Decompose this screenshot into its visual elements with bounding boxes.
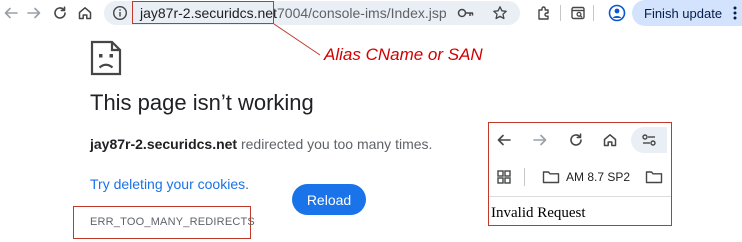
error-message: jay87r-2.securidcs.net redirected you to… — [90, 136, 432, 152]
site-settings-icon[interactable] — [631, 127, 667, 153]
error-host: jay87r-2.securidcs.net — [90, 136, 238, 152]
delete-cookies-link[interactable]: Try deleting your cookies — [90, 176, 245, 192]
reload-icon[interactable] — [565, 129, 587, 151]
try-cookies-line: Try deleting your cookies. — [90, 176, 249, 192]
back-icon[interactable] — [493, 129, 515, 151]
reload-button[interactable]: Reload — [292, 184, 366, 215]
forward-icon[interactable] — [529, 129, 551, 151]
invalid-request-text: Invalid Request — [491, 205, 586, 221]
error-message-text: redirected you too many times. — [237, 136, 433, 152]
folder-icon[interactable] — [540, 166, 562, 188]
inset-content-divider — [489, 196, 671, 197]
folder-icon[interactable] — [643, 166, 665, 188]
try-suffix: . — [245, 176, 249, 192]
bookmarks-divider — [524, 168, 525, 186]
home-icon[interactable] — [599, 129, 621, 151]
bookmark-label[interactable]: AM 8.7 SP2 — [566, 170, 630, 184]
page-title: This page isn’t working — [90, 90, 314, 115]
apps-grid-icon[interactable] — [493, 166, 515, 188]
inset-browser-panel: AM 8.7 SP2 Invalid Request — [488, 122, 672, 226]
sad-page-icon — [90, 40, 122, 76]
annotation-label: Alias CName or SAN — [324, 45, 483, 64]
error-code: ERR_TOO_MANY_REDIRECTS — [90, 216, 255, 228]
